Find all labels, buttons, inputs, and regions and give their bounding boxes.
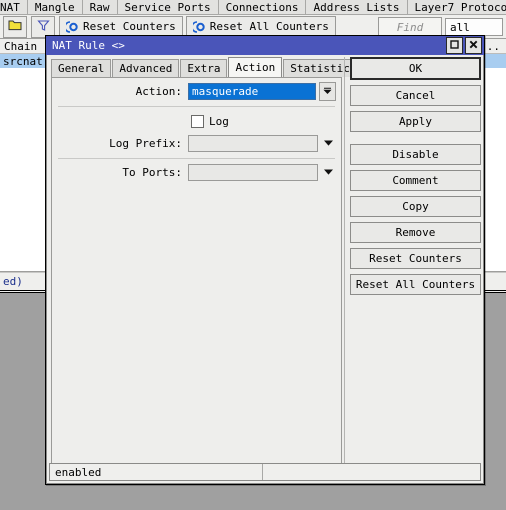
- copy-button[interactable]: Copy: [350, 196, 481, 217]
- cancel-button-label: Cancel: [395, 89, 436, 102]
- to-ports-dropdown-button[interactable]: [321, 164, 336, 181]
- nat-rule-dialog: NAT Rule <> General Advanced Extra Actio…: [45, 35, 485, 485]
- close-button[interactable]: [465, 37, 482, 54]
- main-status-text: ed): [3, 275, 23, 288]
- dialog-tab-general[interactable]: General: [51, 59, 112, 77]
- folder-button[interactable]: [3, 15, 27, 38]
- funnel-icon: [36, 19, 50, 35]
- apply-button-label: Apply: [398, 115, 433, 128]
- dialog-tab-strip: General Advanced Extra Action Statistics: [49, 57, 364, 77]
- maximize-icon: [450, 39, 459, 52]
- tab-mangle-label: Mangle: [34, 0, 75, 14]
- tab-layer7-protocols-label: Layer7 Protocols: [414, 0, 506, 14]
- find-area: Find all: [378, 17, 503, 37]
- dialog-tab-extra-label: Extra: [187, 62, 221, 75]
- to-ports-label: To Ports:: [122, 166, 182, 179]
- reset-counters-button[interactable]: Reset Counters: [350, 248, 481, 269]
- main-tab-strip: NAT Mangle Raw Service Ports Connections…: [0, 0, 506, 15]
- dialog-status-bar: enabled: [49, 463, 481, 481]
- dialog-tab-general-label: General: [58, 62, 105, 75]
- tab-nat[interactable]: NAT: [0, 0, 28, 15]
- tab-connections-label: Connections: [225, 0, 299, 14]
- reset-circle-icon: [64, 20, 79, 33]
- tab-raw-label: Raw: [89, 0, 110, 14]
- find-input[interactable]: Find: [378, 17, 442, 37]
- log-prefix-dropdown-button[interactable]: [321, 135, 336, 152]
- tab-service-ports-label: Service Ports: [124, 0, 211, 14]
- reset-counters-toolbar-label: Reset Counters: [83, 20, 176, 33]
- tab-service-ports[interactable]: Service Ports: [117, 0, 219, 15]
- action-tab-panel: Action: masquerade Log Log Prefix: To Po…: [51, 77, 342, 477]
- reset-all-counters-button[interactable]: Reset All Counters: [350, 274, 481, 295]
- comment-button[interactable]: Comment: [350, 170, 481, 191]
- dialog-tab-advanced[interactable]: Advanced: [112, 59, 180, 77]
- dialog-title: NAT Rule <>: [52, 39, 125, 52]
- dialog-status-secondary: [263, 464, 480, 480]
- tab-address-lists-label: Address Lists: [313, 0, 400, 14]
- chevron-down-icon: [323, 137, 334, 150]
- maximize-button[interactable]: [446, 37, 463, 54]
- action-field-row: Action: masquerade: [52, 82, 341, 101]
- ok-button[interactable]: OK: [350, 57, 481, 80]
- reset-all-circle-icon: [190, 20, 206, 33]
- log-prefix-input[interactable]: [188, 135, 318, 152]
- tab-mangle[interactable]: Mangle: [27, 0, 83, 15]
- dialog-body: General Advanced Extra Action Statistics…: [46, 55, 484, 484]
- chevron-down-icon: [323, 166, 334, 179]
- dialog-status-text: enabled: [50, 464, 263, 480]
- reset-all-counters-button-label: Reset All Counters: [355, 278, 476, 291]
- action-dropdown-button[interactable]: [319, 82, 336, 101]
- to-ports-input[interactable]: [188, 164, 318, 181]
- remove-button-label: Remove: [395, 226, 436, 239]
- form-separator-1: [58, 106, 335, 107]
- column-header-chain[interactable]: Chain: [0, 40, 50, 53]
- folder-icon: [8, 19, 22, 34]
- log-prefix-label: Log Prefix:: [109, 137, 182, 150]
- close-icon: [469, 39, 478, 52]
- dialog-tab-advanced-label: Advanced: [119, 62, 173, 75]
- dialog-form-column: General Advanced Extra Action Statistics…: [49, 57, 364, 480]
- cancel-button[interactable]: Cancel: [350, 85, 481, 106]
- apply-button[interactable]: Apply: [350, 111, 481, 132]
- reset-all-counters-toolbar-label: Reset All Counters: [209, 20, 329, 33]
- form-separator-2: [58, 158, 335, 159]
- tab-nat-label: NAT: [0, 0, 20, 14]
- dialog-tab-action-label: Action: [235, 61, 276, 74]
- tab-raw[interactable]: Raw: [82, 0, 118, 15]
- comment-button-label: Comment: [392, 174, 439, 187]
- copy-button-label: Copy: [402, 200, 429, 213]
- dialog-button-column: OK Cancel Apply Disable Comment Copy Rem…: [344, 57, 481, 480]
- chevron-down-icon: [323, 85, 332, 98]
- find-filter-select[interactable]: all: [445, 18, 503, 36]
- log-checkbox-row: Log: [52, 112, 341, 130]
- to-ports-field-row: To Ports:: [52, 163, 341, 182]
- ok-button-label: OK: [408, 62, 423, 75]
- log-checkbox[interactable]: [191, 114, 204, 128]
- log-prefix-field-row: Log Prefix:: [52, 134, 341, 153]
- button-group-gap: [350, 137, 481, 144]
- disable-button[interactable]: Disable: [350, 144, 481, 165]
- log-label: Log: [209, 114, 229, 128]
- tab-layer7-protocols[interactable]: Layer7 Protocols: [407, 0, 506, 15]
- action-input[interactable]: masquerade: [188, 83, 316, 100]
- reset-counters-button-label: Reset Counters: [369, 252, 462, 265]
- remove-button[interactable]: Remove: [350, 222, 481, 243]
- disable-button-label: Disable: [392, 148, 439, 161]
- dialog-titlebar[interactable]: NAT Rule <>: [46, 36, 484, 55]
- tab-address-lists[interactable]: Address Lists: [306, 0, 408, 15]
- tab-connections[interactable]: Connections: [218, 0, 307, 15]
- dialog-tab-extra[interactable]: Extra: [180, 59, 228, 77]
- dialog-tab-action[interactable]: Action: [228, 57, 283, 77]
- action-label: Action:: [135, 85, 182, 98]
